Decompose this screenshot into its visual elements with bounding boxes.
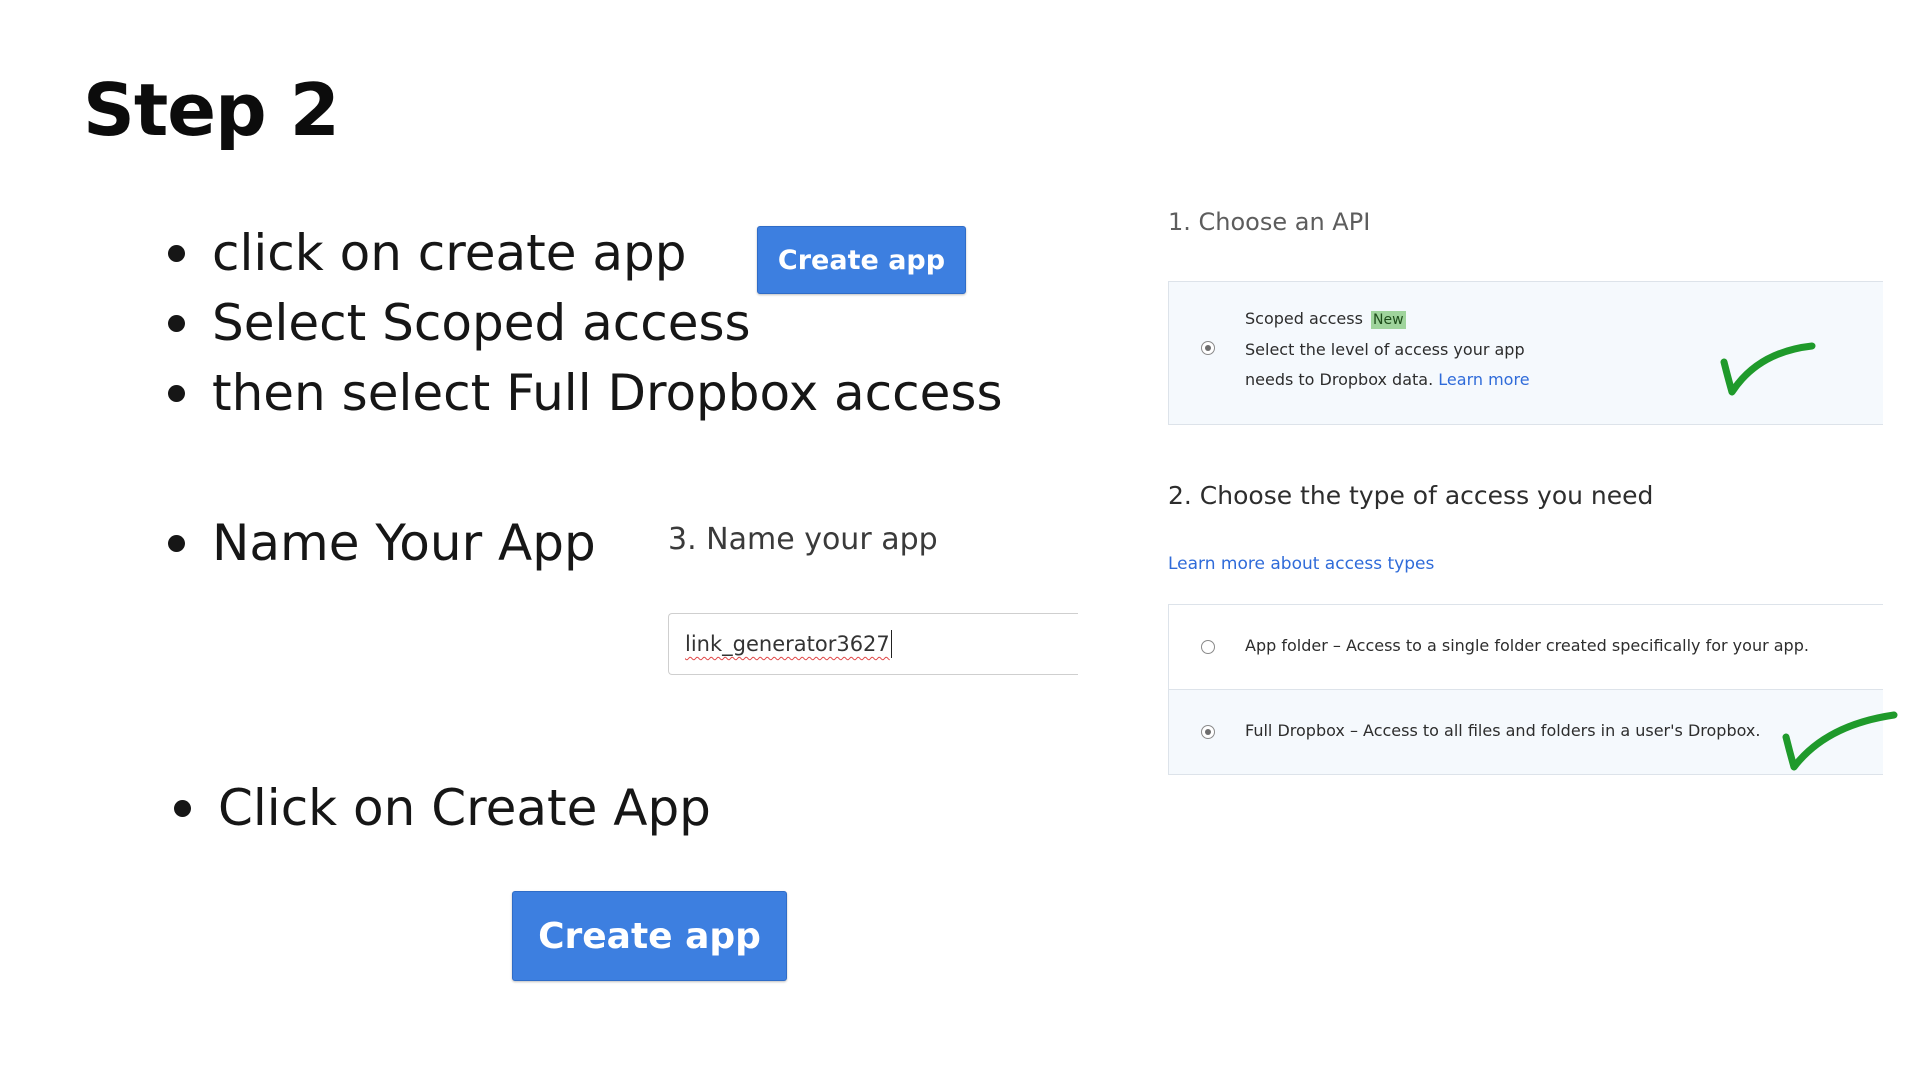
bullet-icon [174, 800, 191, 817]
app-folder-radio[interactable] [1201, 640, 1215, 654]
full-dropbox-text: Full Dropbox – Access to all files and f… [1245, 721, 1760, 740]
app-folder-description: – Access to a single folder created spec… [1332, 636, 1809, 655]
app-name-input[interactable]: link_generator3627 [668, 613, 1078, 675]
instruction-text: Click on Create App [218, 779, 711, 837]
instruction-text: Name Your App [212, 514, 596, 572]
scoped-access-label: Scoped access [1245, 309, 1363, 328]
checkmark-icon [1782, 711, 1898, 771]
instruction-text: Select Scoped access [212, 294, 751, 352]
instruction-item: Name Your App [168, 508, 596, 578]
new-badge: New [1371, 311, 1406, 329]
checkmark-icon [1720, 342, 1816, 396]
instruction-text: click on create app [212, 224, 687, 282]
learn-more-access-types-link[interactable]: Learn more about access types [1168, 554, 1434, 574]
full-dropbox-radio[interactable] [1201, 725, 1215, 739]
app-folder-text: App folder – Access to a single folder c… [1245, 636, 1809, 655]
text-caret [890, 630, 893, 658]
bullet-icon [168, 385, 185, 402]
access-type-heading: 2. Choose the type of access you need [1168, 481, 1654, 510]
instruction-list: Click on Create App [174, 773, 711, 843]
bullet-icon [168, 315, 185, 332]
page-title: Step 2 [83, 68, 340, 152]
instruction-text: then select Full Dropbox access [212, 364, 1003, 422]
scoped-access-radio[interactable] [1201, 341, 1215, 355]
scoped-access-description: Select the level of access your app [1245, 340, 1525, 359]
name-app-label: 3. Name your app [668, 522, 938, 557]
instruction-item: Select Scoped access [168, 288, 1003, 358]
access-type-options: App folder – Access to a single folder c… [1168, 604, 1883, 775]
scoped-access-description: needs to Dropbox data. [1245, 370, 1434, 389]
app-name-value: link_generator3627 [685, 632, 890, 656]
scoped-access-text: Scoped access New Select the level of ac… [1245, 304, 1530, 395]
full-dropbox-option[interactable]: Full Dropbox – Access to all files and f… [1169, 690, 1883, 774]
full-dropbox-label: Full Dropbox [1245, 721, 1345, 740]
learn-more-link[interactable]: Learn more [1438, 370, 1529, 389]
create-app-button-example[interactable]: Create app [757, 226, 966, 294]
bullet-icon [168, 245, 185, 262]
app-folder-label: App folder [1245, 636, 1328, 655]
instruction-item: then select Full Dropbox access [168, 358, 1003, 428]
full-dropbox-description: – Access to all files and folders in a u… [1349, 721, 1761, 740]
bullet-icon [168, 535, 185, 552]
app-folder-option[interactable]: App folder – Access to a single folder c… [1169, 605, 1883, 690]
create-app-button[interactable]: Create app [512, 891, 787, 981]
choose-api-heading: 1. Choose an API [1168, 208, 1371, 236]
instruction-item: Click on Create App [174, 773, 711, 843]
instruction-list: Name Your App [168, 508, 596, 578]
